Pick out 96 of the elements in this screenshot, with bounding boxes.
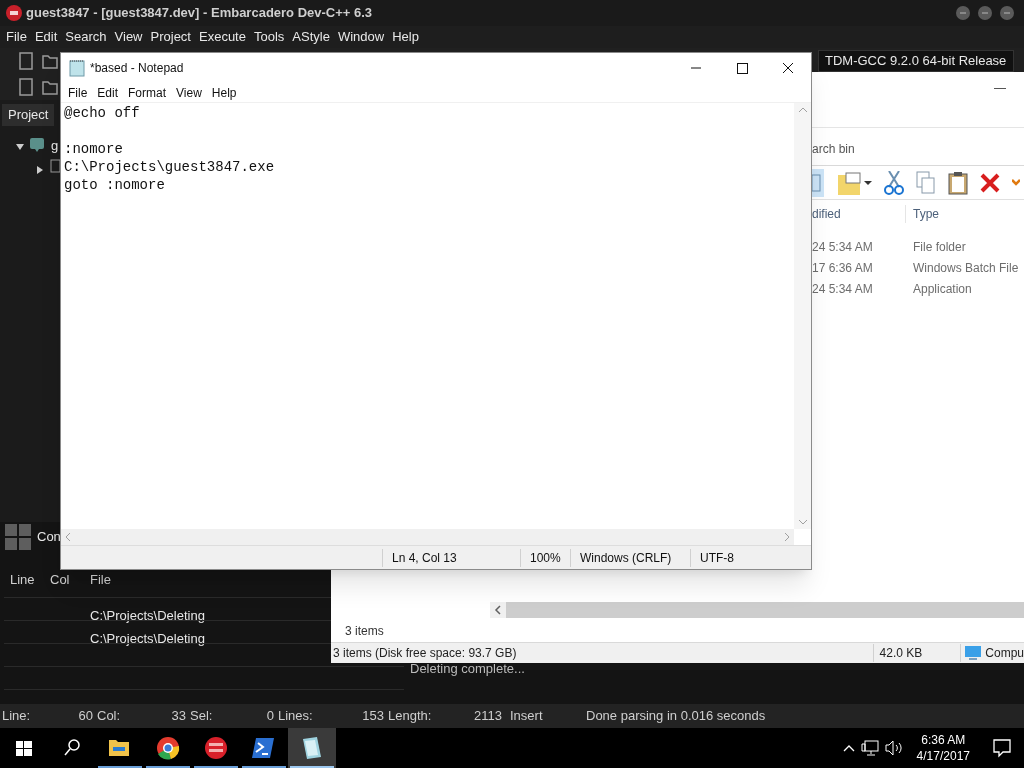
status-label: Lines: [278, 707, 313, 726]
menu-item[interactable]: AStyle [288, 27, 334, 47]
status-text: 3 items (Disk free space: 93.7 GB) [332, 645, 518, 662]
status-value: 60 [78, 707, 93, 726]
menu-item[interactable]: Edit [30, 27, 62, 47]
tree-item[interactable]: g [51, 136, 60, 156]
window-title: *based - Notepad [90, 60, 184, 77]
menu-item[interactable]: File [2, 27, 31, 47]
menu-item[interactable]: Edit [92, 83, 124, 102]
status-label: Col: [97, 707, 121, 726]
status-value: 0 [266, 707, 274, 726]
menu-item[interactable]: Search [61, 27, 111, 47]
project-icon [29, 137, 45, 153]
code-line: :nomore [64, 140, 124, 158]
toolbar-icon[interactable] [18, 78, 34, 96]
status-label: Line: [2, 707, 31, 726]
location-label: Compu [985, 645, 1024, 662]
project-tab[interactable]: Project [2, 104, 55, 126]
taskbar-app-button[interactable] [288, 728, 336, 768]
status-value: 153 [362, 707, 384, 726]
date-text: 4/17/2017 [916, 748, 970, 764]
compiler-dropdown[interactable]: TDM-GCC 9.2.0 64-bit Release [818, 50, 1014, 72]
app-logo-icon [6, 5, 22, 21]
menu-item[interactable]: Tools [249, 27, 289, 47]
table-cell-text: 24 5:34 AM [812, 238, 874, 256]
menu-item[interactable]: View [110, 27, 147, 47]
log-text: Deleting complete... [410, 660, 525, 678]
menu-item[interactable]: Help [206, 83, 242, 102]
menu-item[interactable]: Help [388, 27, 423, 47]
minimize-button[interactable] [956, 6, 970, 20]
table-cell-text: File folder [913, 238, 966, 256]
file-icon [50, 159, 60, 173]
time-text: 6:36 AM [921, 732, 966, 748]
status-text: 100% [520, 548, 570, 567]
text-editor[interactable]: @echo off :nomore C:\Projects\guest3847.exe goto :nomore [61, 103, 794, 529]
notepad-icon [69, 59, 85, 77]
new-file-icon[interactable] [18, 52, 34, 70]
column-header: Line [10, 571, 35, 589]
restore-button[interactable] [978, 6, 992, 20]
table-cell-text: Application [913, 280, 972, 298]
panel-grid-icon [5, 524, 31, 550]
properties-icon[interactable] [836, 170, 872, 195]
volume-icon[interactable] [884, 740, 903, 756]
status-label: Length: [388, 707, 432, 726]
code-line: @echo off [64, 104, 141, 122]
status-text: Windows (CRLF) [570, 548, 690, 567]
status-label: Sel: [190, 707, 213, 726]
code-line: C:\Projects\guest3847.exe [64, 158, 276, 176]
tree-expand-icon [37, 166, 43, 174]
window-title: guest3847 - [guest3847.dev] - Embarcadero Dev-C++ 6.3 [26, 4, 373, 23]
status-message: Done parsing in 0.016 seconds [586, 707, 766, 726]
menu-item[interactable]: Project [146, 27, 195, 47]
status-text: UTF-8 [690, 548, 790, 567]
table-cell-text: C:\Projects\Deleting [90, 607, 205, 625]
column-header[interactable]: Type [906, 205, 939, 223]
menu-item[interactable]: Window [333, 27, 389, 47]
scroll-left-icon [65, 533, 70, 541]
folder-icon[interactable] [42, 53, 58, 69]
network-icon[interactable] [860, 740, 879, 756]
vertical-scrollbar[interactable] [794, 103, 811, 529]
close-button[interactable] [1000, 6, 1014, 20]
status-value: 33 [171, 707, 186, 726]
table-cell-text: Windows Batch File [913, 259, 1019, 277]
cut-icon[interactable] [884, 170, 904, 195]
compiler-tab[interactable]: Con [37, 527, 61, 547]
menu-item[interactable]: File [63, 83, 93, 102]
scroll-up-icon [798, 107, 807, 112]
scroll-right-icon [785, 533, 790, 541]
menu-item[interactable]: View [171, 83, 207, 102]
code-line: goto :nomore [64, 176, 166, 194]
scroll-left-icon [490, 602, 506, 618]
table-cell-text: 17 6:36 AM [812, 259, 874, 277]
chevron-up-icon[interactable] [842, 744, 855, 752]
selected-view-icon [812, 168, 824, 197]
horizontal-scrollbar[interactable] [490, 602, 1024, 618]
status-mode: Insert [510, 707, 544, 726]
search-field[interactable]: arch bin [812, 139, 855, 158]
computer-icon [965, 646, 982, 660]
menu-item[interactable]: Format [123, 83, 172, 102]
status-text: Ln 4, Col 13 [382, 548, 520, 567]
horizontal-scrollbar[interactable] [61, 529, 794, 545]
table-cell-text: C:\Projects\Deleting [90, 630, 205, 648]
file-size: 42.0 KB [872, 644, 961, 662]
delete-icon[interactable] [980, 172, 1000, 193]
paste-icon[interactable] [948, 170, 968, 195]
clock[interactable]: 6:36 AM 4/17/2017 [910, 732, 976, 764]
folder-icon[interactable] [42, 79, 58, 95]
menu-item[interactable]: Execute [195, 27, 250, 47]
chevron-icon[interactable] [1012, 177, 1020, 188]
scroll-down-icon [798, 520, 807, 525]
table-cell-text: 24 5:34 AM [812, 280, 874, 298]
column-header: Col [50, 571, 70, 589]
status-value: 2113 [474, 707, 502, 726]
expand-arrow-icon [16, 144, 24, 150]
item-count: 3 items [344, 623, 385, 640]
column-header: File [90, 571, 111, 589]
